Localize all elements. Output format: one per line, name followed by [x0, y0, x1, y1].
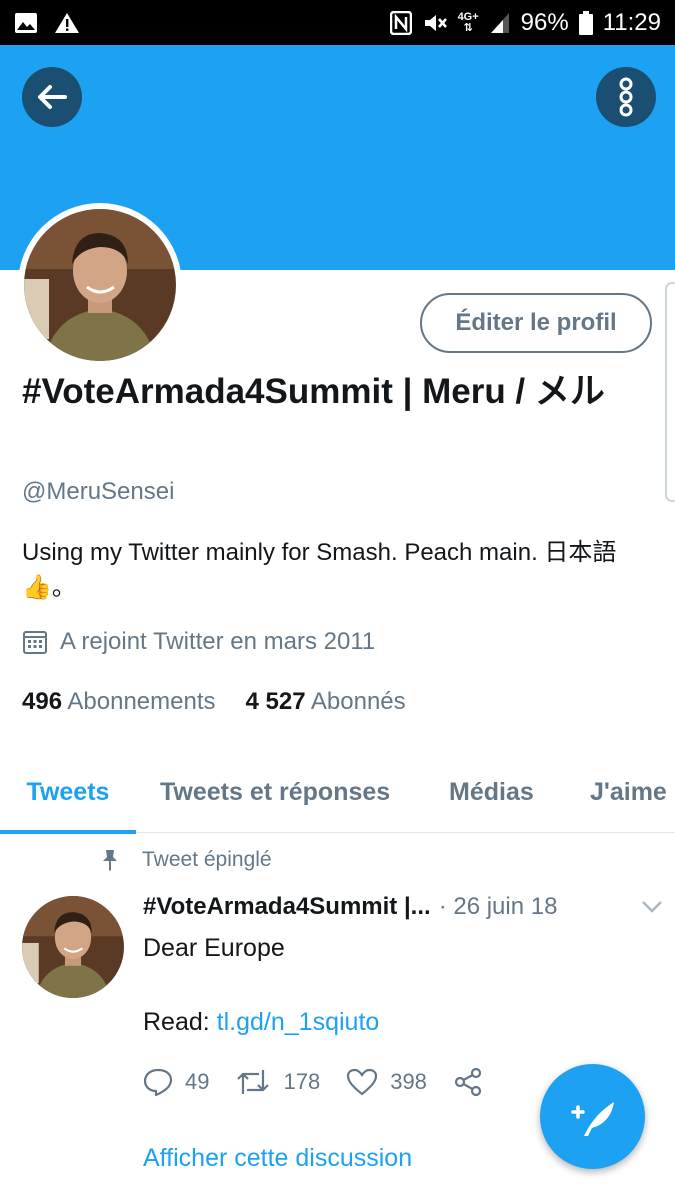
vertical-dots-icon: [619, 77, 633, 117]
mute-icon: [422, 11, 448, 35]
tweet-header: #VoteArmada4Summit |... · 26 juin 18: [143, 893, 663, 921]
tweet-text: Dear Europe: [143, 934, 285, 962]
tweet-date[interactable]: · 26 juin 18: [439, 893, 558, 921]
retweet-icon: [237, 1070, 270, 1094]
reply-icon: [143, 1068, 173, 1096]
reply-button[interactable]: 49: [143, 1068, 209, 1096]
followers-count: 4 527: [245, 688, 306, 715]
retweet-count: 178: [283, 1069, 321, 1094]
like-count: 398: [390, 1069, 427, 1094]
nfc-icon: [389, 10, 412, 35]
status-bar: 4G+ ⇅ 96% 11:29: [0, 0, 675, 45]
profile-tabs: Tweets Tweets et réponses Médias J'aime: [0, 752, 675, 834]
scroll-indicator: [665, 282, 675, 502]
gallery-icon: [14, 12, 38, 34]
tab-tweets-replies[interactable]: Tweets et réponses: [160, 752, 390, 833]
followers-stat[interactable]: 4 527 Abonnés: [246, 688, 406, 716]
heart-icon: [347, 1068, 378, 1096]
tweet-read-line: Read: tl.gd/n_1sqiuto: [143, 1004, 379, 1041]
tab-likes[interactable]: J'aime: [590, 752, 667, 833]
back-button[interactable]: [22, 67, 82, 127]
profile-avatar[interactable]: [18, 203, 182, 367]
tab-media[interactable]: Médias: [449, 752, 534, 833]
display-name: #VoteArmada4Summit | Meru / メル: [22, 372, 605, 411]
signal-icon: [489, 11, 511, 35]
pinned-label: Tweet épinglé: [142, 848, 272, 871]
avatar-photo: [24, 209, 176, 361]
share-icon: [454, 1068, 482, 1096]
tab-tweets[interactable]: Tweets: [0, 752, 136, 834]
pinned-indicator: Tweet épinglé: [100, 848, 272, 872]
clock: 11:29: [602, 8, 661, 36]
share-button[interactable]: [453, 1068, 483, 1096]
calendar-icon: [23, 631, 47, 654]
pin-icon: [103, 850, 117, 871]
compose-tweet-button[interactable]: [540, 1064, 645, 1169]
following-stat[interactable]: 496 Abonnements: [22, 688, 216, 716]
battery-icon: [578, 10, 593, 35]
network-icon: 4G+ ⇅: [457, 10, 479, 34]
tweet-menu-button[interactable]: [641, 893, 663, 921]
join-date-text: A rejoint Twitter en mars 2011: [60, 628, 376, 655]
like-button[interactable]: 398: [346, 1068, 427, 1096]
following-label: Abonnements: [67, 688, 216, 715]
show-thread-link[interactable]: Afficher cette discussion: [143, 1144, 412, 1173]
join-date: A rejoint Twitter en mars 2011: [22, 628, 375, 656]
warning-icon: [54, 12, 80, 34]
tweet-author[interactable]: #VoteArmada4Summit |...: [143, 893, 431, 921]
edit-profile-button[interactable]: Éditer le profil: [420, 293, 652, 353]
following-count: 496: [22, 688, 63, 715]
followers-label: Abonnés: [310, 688, 406, 715]
retweet-button[interactable]: 178: [235, 1068, 320, 1096]
compose-feather-icon: [570, 1101, 614, 1136]
reply-count: 49: [185, 1069, 210, 1094]
read-prefix: Read:: [143, 1008, 217, 1036]
user-handle: @MeruSensei: [22, 478, 175, 505]
more-options-button[interactable]: [596, 67, 656, 127]
arrow-left-icon: [38, 85, 67, 109]
battery-percent: 96%: [520, 8, 569, 36]
tweet-actions: 49 178 398: [143, 1068, 509, 1096]
tweet-avatar[interactable]: [22, 896, 124, 998]
tweet-link[interactable]: tl.gd/n_1sqiuto: [217, 1008, 380, 1036]
chevron-down-icon: [642, 901, 662, 913]
profile-bio: Using my Twitter mainly for Smash. Peach…: [22, 539, 617, 601]
follow-stats: 496 Abonnements 4 527 Abonnés: [22, 688, 406, 716]
